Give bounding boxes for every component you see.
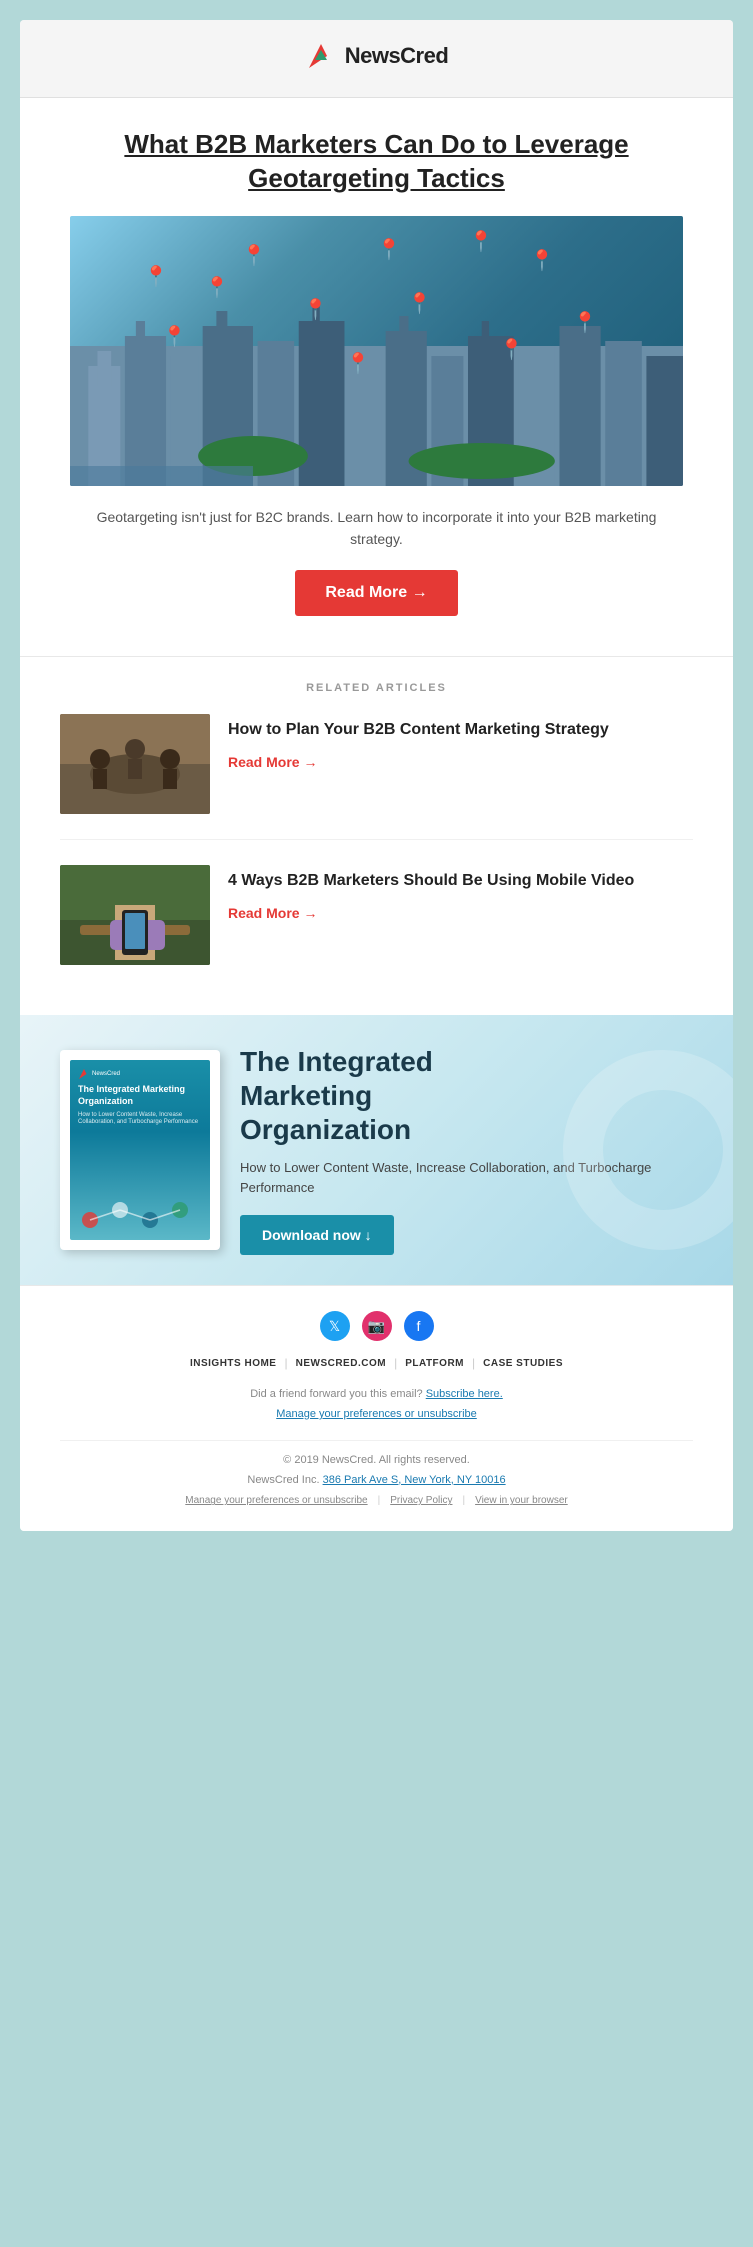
- footer-manage-link2[interactable]: Manage your preferences or unsubscribe: [185, 1495, 367, 1506]
- article-thumb-2: [60, 865, 210, 965]
- cta-book-cover: NewsCred The Integrated Marketing Organi…: [60, 1050, 220, 1250]
- pin-5: 📍: [530, 248, 555, 273]
- article-item-1: How to Plan Your B2B Content Marketing S…: [60, 714, 693, 840]
- article-content-1: How to Plan Your B2B Content Marketing S…: [228, 714, 693, 771]
- article-thumb-1: [60, 714, 210, 814]
- footer-section: 𝕏 📷 f INSIGHTS HOME | NEWSCRED.COM | PLA…: [20, 1285, 733, 1531]
- footer-sep-b2: |: [462, 1495, 465, 1506]
- pin-6: 📍: [303, 297, 328, 322]
- related-label: RELATED ARTICLES: [60, 682, 693, 694]
- article-thumb-svg-1: [60, 714, 210, 814]
- footer-forward-text: Did a friend forward you this email? Sub…: [60, 1385, 693, 1405]
- footer-address: NewsCred Inc. 386 Park Ave S, New York, …: [60, 1471, 693, 1491]
- article-item-2: 4 Ways B2B Marketers Should Be Using Mob…: [60, 865, 693, 990]
- pin-2: 📍: [242, 243, 267, 268]
- pin-11: 📍: [346, 351, 371, 376]
- subscribe-link[interactable]: Subscribe here.: [426, 1388, 503, 1400]
- hero-title: What B2B Marketers Can Do to Leverage Ge…: [70, 128, 683, 196]
- city-skyline-svg: [70, 266, 683, 486]
- cta-book-inner: NewsCred The Integrated Marketing Organi…: [70, 1060, 210, 1240]
- cta-book-subtitle-text: How to Lower Content Waste, Increase Col…: [78, 1112, 202, 1128]
- newscred-logo-icon: [305, 40, 337, 72]
- footer-nav-platform[interactable]: PLATFORM: [405, 1358, 464, 1369]
- footer-bottom-links: Manage your preferences or unsubscribe |…: [60, 1495, 693, 1506]
- footer-address-link[interactable]: 386 Park Ave S, New York, NY 10016: [323, 1474, 506, 1486]
- related-section: RELATED ARTICLES: [20, 656, 733, 1015]
- twitter-icon[interactable]: 𝕏: [320, 1311, 350, 1341]
- pin-8: 📍: [205, 275, 230, 300]
- email-header: NewsCred: [20, 20, 733, 98]
- footer-browser-link[interactable]: View in your browser: [475, 1495, 568, 1506]
- footer-nav-insights[interactable]: INSIGHTS HOME: [190, 1358, 277, 1369]
- facebook-icon[interactable]: f: [404, 1311, 434, 1341]
- hero-section: What B2B Marketers Can Do to Leverage Ge…: [20, 98, 733, 656]
- pin-4: 📍: [468, 229, 493, 254]
- hero-read-more-button[interactable]: Read More →: [295, 570, 457, 616]
- cta-book-logo: NewsCred: [78, 1068, 202, 1080]
- footer-nav: INSIGHTS HOME | NEWSCRED.COM | PLATFORM …: [60, 1356, 693, 1370]
- footer-nav-case-studies[interactable]: CASE STUDIES: [483, 1358, 563, 1369]
- article-content-2: 4 Ways B2B Marketers Should Be Using Mob…: [228, 865, 693, 922]
- hero-description: Geotargeting isn't just for B2C brands. …: [70, 506, 683, 551]
- footer-nav-sep-2: |: [394, 1356, 397, 1370]
- article-read-more-2[interactable]: Read More →: [228, 905, 317, 921]
- logo: NewsCred: [305, 40, 449, 72]
- footer-nav-sep-1: |: [284, 1356, 287, 1370]
- download-button[interactable]: Download now ↓: [240, 1215, 394, 1255]
- article-title-2: 4 Ways B2B Marketers Should Be Using Mob…: [228, 870, 693, 892]
- logo-text: NewsCred: [345, 43, 449, 69]
- instagram-icon[interactable]: 📷: [362, 1311, 392, 1341]
- footer-nav-sep-3: |: [472, 1356, 475, 1370]
- cta-section: NewsCred The Integrated Marketing Organi…: [20, 1015, 733, 1285]
- pin-1: 📍: [144, 264, 169, 289]
- article-title-1: How to Plan Your B2B Content Marketing S…: [228, 719, 693, 741]
- pin-10: 📍: [499, 337, 524, 362]
- pin-3: 📍: [377, 237, 402, 262]
- pin-12: 📍: [573, 310, 598, 335]
- footer-copyright: © 2019 NewsCred. All rights reserved.: [60, 1451, 693, 1471]
- footer-sep-b1: |: [378, 1495, 381, 1506]
- email-wrapper: NewsCred What B2B Marketers Can Do to Le…: [20, 20, 733, 1531]
- social-icons: 𝕏 📷 f: [60, 1311, 693, 1341]
- pin-9: 📍: [162, 324, 187, 349]
- pin-7: 📍: [407, 291, 432, 316]
- manage-preferences-link[interactable]: Manage your preferences or unsubscribe: [276, 1408, 477, 1420]
- hero-image: 📍 📍 📍 📍 📍 📍 📍 📍 📍 📍 📍 📍: [70, 216, 683, 486]
- footer-nav-newscred[interactable]: NEWSCRED.COM: [296, 1358, 386, 1369]
- book-logo-icon: [78, 1068, 90, 1080]
- footer-manage-text: Manage your preferences or unsubscribe: [60, 1405, 693, 1425]
- article-thumb-svg-2: [60, 865, 210, 965]
- book-illustration: [70, 1185, 210, 1235]
- footer-bottom: © 2019 NewsCred. All rights reserved. Ne…: [60, 1440, 693, 1507]
- footer-privacy-link[interactable]: Privacy Policy: [390, 1495, 452, 1506]
- article-read-more-1[interactable]: Read More →: [228, 754, 317, 770]
- cta-book-title-text: The Integrated Marketing Organization: [78, 1084, 202, 1107]
